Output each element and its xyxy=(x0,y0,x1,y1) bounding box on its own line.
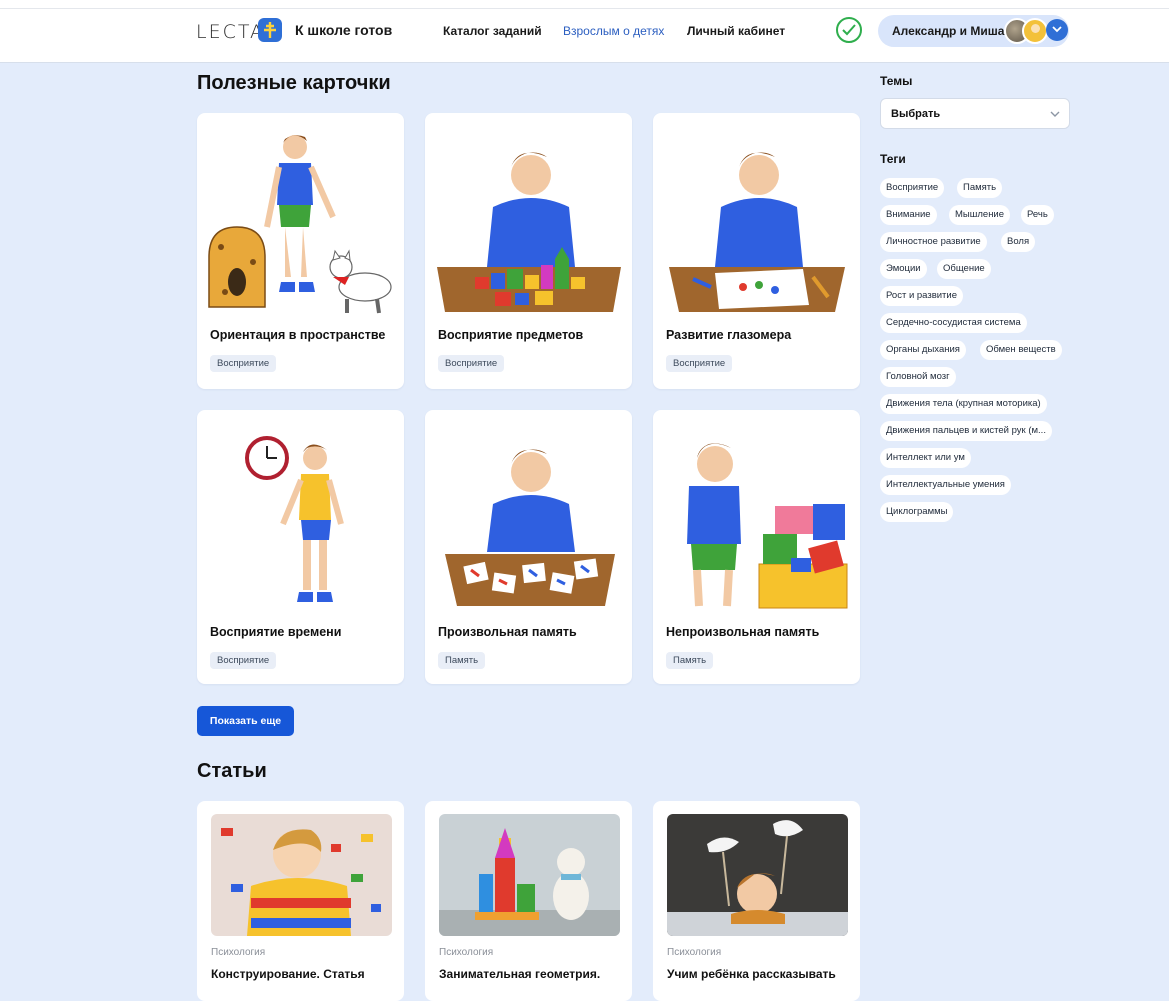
card-eye-measure[interactable]: Развитие глазомера Восприятие xyxy=(653,113,860,389)
brand-icon[interactable] xyxy=(258,18,282,42)
card-tag[interactable]: Восприятие xyxy=(210,355,277,372)
boy-drawing-illustration xyxy=(669,152,845,312)
card-title: Восприятие предметов xyxy=(438,328,584,342)
article-category: Психология xyxy=(439,947,494,958)
tag-chip[interactable]: Речь xyxy=(1021,205,1054,225)
tag-chip[interactable]: Обмен веществ xyxy=(980,340,1062,360)
article-card-construction[interactable]: Психология Конструирование. Статья xyxy=(197,801,404,1001)
article-card-storytelling[interactable]: Психология Учим ребёнка рассказывать xyxy=(653,801,860,1001)
card-title: Непроизвольная память xyxy=(666,625,820,639)
article-photo xyxy=(439,814,620,936)
article-category: Психология xyxy=(211,947,266,958)
browser-strip xyxy=(0,0,1169,9)
lecta-logo[interactable]: LECTA xyxy=(196,21,265,43)
card-title: Произвольная память xyxy=(438,625,577,639)
card-tag[interactable]: Память xyxy=(438,652,486,669)
top-navigation-bar: LECTA К школе готов Каталог заданий Взро… xyxy=(0,0,1169,63)
tag-chip[interactable]: Общение xyxy=(937,259,991,279)
themes-select[interactable]: Выбрать xyxy=(880,98,1070,129)
tag-chip[interactable]: Циклограммы xyxy=(880,502,954,522)
tag-chip[interactable]: Внимание xyxy=(880,205,937,225)
article-card-geometry[interactable]: Психология Занимательная геометрия. xyxy=(425,801,632,1001)
tag-chip[interactable]: Головной мозг xyxy=(880,367,956,387)
card-orientation[interactable]: Ориентация в пространстве Восприятие xyxy=(197,113,404,389)
user-menu[interactable]: Александр и Миша xyxy=(878,15,1069,47)
nav-cabinet[interactable]: Личный кабинет xyxy=(687,24,785,38)
tag-chip[interactable]: Память xyxy=(957,178,1003,198)
boy-letter-cards-illustration xyxy=(445,449,615,606)
chevron-down-icon[interactable] xyxy=(1046,19,1068,41)
card-objects[interactable]: Восприятие предметов Восприятие xyxy=(425,113,632,389)
tag-chip[interactable]: Органы дыхания xyxy=(880,340,966,360)
checkmark-icon[interactable] xyxy=(836,17,862,43)
brand-name[interactable]: К школе готов xyxy=(295,22,392,38)
article-photo xyxy=(211,814,392,936)
chevron-down-icon xyxy=(1050,111,1060,117)
tag-chip[interactable]: Восприятие xyxy=(880,178,945,198)
tag-chip[interactable]: Рост и развитие xyxy=(880,286,963,306)
user-name: Александр и Миша xyxy=(892,24,1005,38)
cards-section-title: Полезные карточки xyxy=(197,72,391,94)
tag-chip[interactable]: Движения пальцев и кистей рук (м... xyxy=(880,421,1052,441)
tag-chip[interactable]: Сердечно-сосудистая система xyxy=(880,313,1027,333)
tag-chip[interactable]: Интеллектуальные умения xyxy=(880,475,1011,495)
card-voluntary-memory[interactable]: Произвольная память Память xyxy=(425,410,632,684)
boy-clock-illustration xyxy=(245,436,344,602)
card-time[interactable]: Восприятие времени Восприятие xyxy=(197,410,404,684)
child-avatar xyxy=(1022,18,1048,44)
tag-chip[interactable]: Эмоции xyxy=(880,259,927,279)
boy-boxes-illustration xyxy=(687,443,848,609)
tags-label: Теги xyxy=(880,152,906,166)
nav-parents[interactable]: Взрослым о детях xyxy=(563,24,664,38)
card-tag[interactable]: Память xyxy=(666,652,714,669)
select-value: Выбрать xyxy=(891,108,941,120)
tag-chip[interactable]: Личностное развитие xyxy=(880,232,987,252)
themes-label: Темы xyxy=(880,74,913,88)
tag-chip[interactable]: Мышление xyxy=(949,205,1011,225)
articles-section-title: Статьи xyxy=(197,760,267,782)
card-title: Развитие глазомера xyxy=(666,328,792,342)
card-tag[interactable]: Восприятие xyxy=(666,355,733,372)
article-photo xyxy=(667,814,848,936)
boy-blocks-illustration xyxy=(437,152,621,312)
tag-chip[interactable]: Интеллект или ум xyxy=(880,448,971,468)
card-involuntary-memory[interactable]: Непроизвольная память Память xyxy=(653,410,860,684)
card-tag[interactable]: Восприятие xyxy=(438,355,505,372)
show-more-button[interactable]: Показать еще xyxy=(197,706,294,736)
tag-chip[interactable]: Движения тела (крупная моторика) xyxy=(880,394,1047,414)
boy-cat-illustration xyxy=(208,135,392,314)
card-title: Восприятие времени xyxy=(210,625,342,639)
nav-catalog[interactable]: Каталог заданий xyxy=(443,24,542,38)
article-category: Психология xyxy=(667,947,722,958)
card-tag[interactable]: Восприятие xyxy=(210,652,277,669)
card-title: Ориентация в пространстве xyxy=(210,328,386,342)
tag-chip[interactable]: Воля xyxy=(1001,232,1036,252)
